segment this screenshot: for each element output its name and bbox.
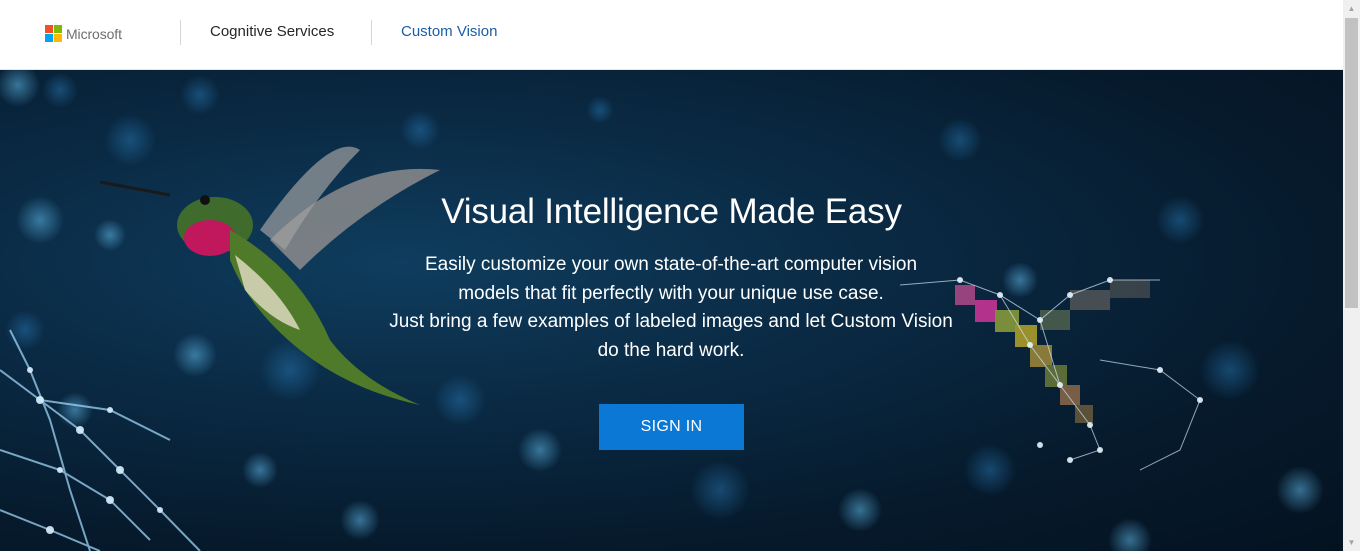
hero-description: Easily customize your own state-of-the-a… bbox=[371, 251, 971, 365]
sign-in-button[interactable]: SIGN IN bbox=[599, 404, 744, 450]
site-header: Microsoft Cognitive Services Custom Visi… bbox=[0, 0, 1343, 70]
pixelated-hummingbird bbox=[955, 280, 1150, 423]
hero-title: Visual Intelligence Made Easy bbox=[441, 192, 902, 231]
microsoft-logo-icon bbox=[45, 25, 62, 42]
header-divider bbox=[371, 20, 372, 45]
hero-banner: Visual Intelligence Made Easy Easily cus… bbox=[0, 70, 1343, 551]
microsoft-brand-text: Microsoft bbox=[66, 25, 122, 42]
hero-description-line: models that fit perfectly with your uniq… bbox=[458, 282, 884, 304]
hero-description-line: do the hard work. bbox=[597, 339, 745, 361]
network-nodes bbox=[27, 367, 163, 534]
neural-network-lines bbox=[0, 329, 201, 551]
hero-description-line: Just bring a few examples of labeled ima… bbox=[389, 311, 953, 332]
page-scrollbar[interactable]: ▲ ▼ bbox=[1343, 0, 1360, 551]
header-divider bbox=[180, 20, 181, 45]
scrollbar-thumb[interactable] bbox=[1345, 18, 1358, 308]
microsoft-logo-link[interactable]: Microsoft bbox=[45, 25, 122, 42]
scroll-down-arrow-icon[interactable]: ▼ bbox=[1343, 534, 1360, 551]
hero-description-line: Easily customize your own state-of-the-a… bbox=[424, 254, 918, 275]
nav-custom-vision[interactable]: Custom Vision bbox=[401, 23, 497, 40]
nav-cognitive-services[interactable]: Cognitive Services bbox=[210, 23, 334, 40]
scroll-up-arrow-icon[interactable]: ▲ bbox=[1343, 0, 1360, 17]
